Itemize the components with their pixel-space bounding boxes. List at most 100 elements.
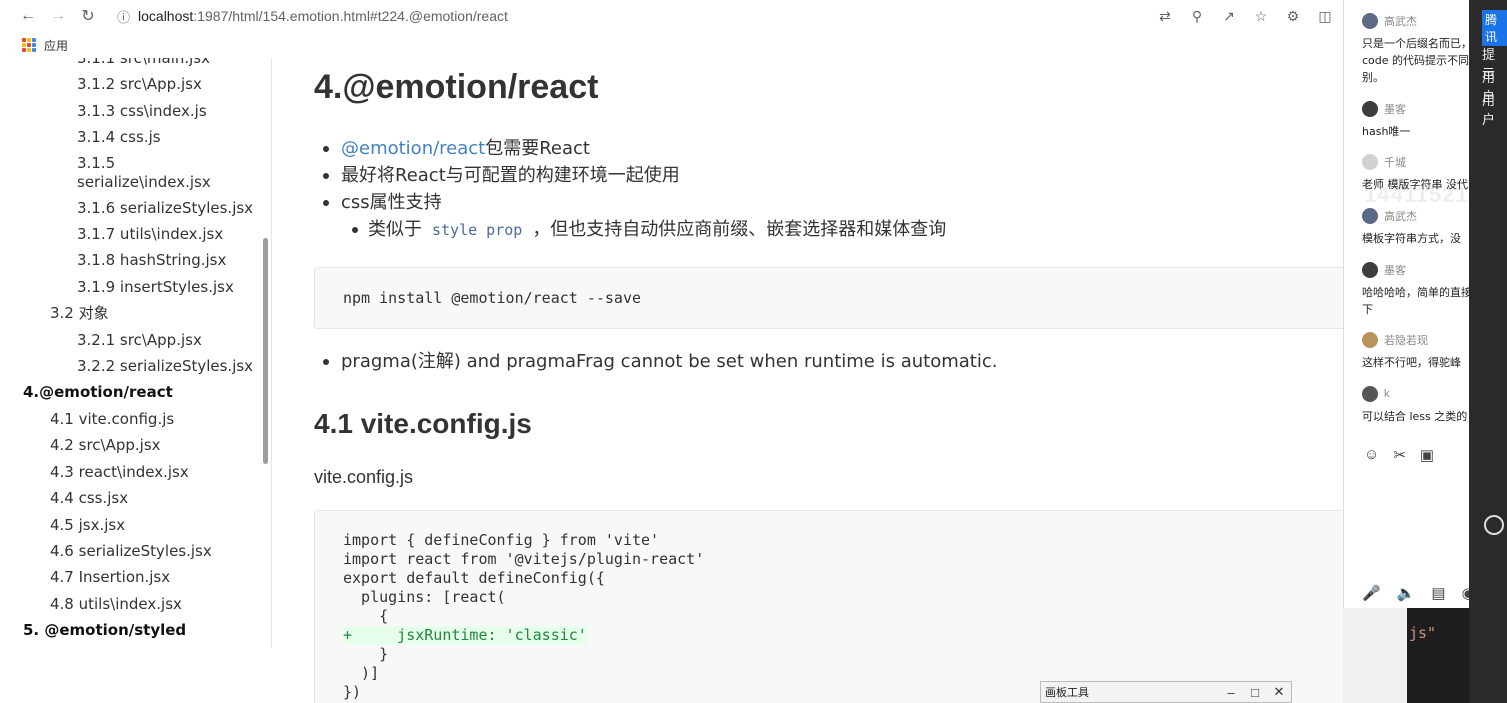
url-host: localhost (138, 8, 194, 24)
toolbar-actions: ⇄ ⚲ ↗ ☆ ⚙ ◫ (1153, 4, 1337, 28)
image-icon[interactable]: ▣ (1420, 446, 1434, 464)
microphone-icon[interactable]: 🎤 (1362, 584, 1381, 602)
chat-message-header: 高武杰 (1362, 12, 1469, 30)
translate-icon[interactable]: ⇄ (1153, 4, 1177, 28)
reload-icon[interactable]: ↻ (73, 1, 103, 31)
smiley-icon[interactable] (1484, 515, 1504, 535)
toc-item[interactable]: 3.1.6 serializeStyles.jsx (0, 195, 271, 221)
list-item-text: 包需要React (485, 138, 590, 159)
code-line: plugins: [react( (343, 588, 506, 606)
zoom-icon[interactable]: ⚲ (1185, 4, 1209, 28)
chat-message: k 可以结合 less 之类的 (1362, 385, 1469, 425)
inline-code: style prop (432, 221, 523, 239)
forward-icon[interactable]: → (43, 1, 73, 31)
list-item: css属性支持 (314, 189, 946, 216)
code-line: { (343, 607, 389, 625)
camera-icon[interactable]: ◉ (1462, 584, 1469, 602)
chat-message-header: 墨客 (1362, 100, 1469, 118)
toc-item[interactable]: 3.1.8 hashString.jsx (0, 247, 271, 273)
background-gap (1343, 608, 1407, 703)
toc-item[interactable]: 3.1.5 serialize\index.jsx (0, 151, 211, 195)
toc-item[interactable]: 3.1.3 css\index.js (0, 98, 271, 124)
code-editor-slice: js" (1407, 608, 1469, 703)
share-icon[interactable]: ↗ (1217, 4, 1241, 28)
toc-item[interactable]: 4.6 serializeStyles.jsx (0, 538, 271, 564)
address-bar[interactable]: ⓘ localhost:1987/html/154.emotion.html#t… (117, 7, 508, 26)
avatar[interactable] (1362, 208, 1378, 224)
toc-item[interactable]: 4.2 src\App.jsx (0, 432, 271, 458)
chat-username: 墨客 (1384, 265, 1406, 277)
star-icon[interactable]: ☆ (1249, 4, 1273, 28)
list-item-text: pragma(注解) and pragmaFrag cannot be set … (341, 351, 998, 372)
chat-text: 只是一个后缀名而已，code 的代码提示不同别。 (1362, 37, 1469, 84)
extensions-icon[interactable]: ⚙ (1281, 4, 1305, 28)
chat-text: 这样不行吧，得驼峰 (1362, 356, 1461, 369)
speaker-icon[interactable]: 🔈 (1397, 584, 1416, 602)
chat-username: 若隐若现 (1384, 335, 1428, 347)
chat-message: 高武杰 模板字符串方式，没 (1362, 207, 1469, 247)
avatar[interactable] (1362, 154, 1378, 170)
toc-sidebar: 3.1.1 src\main.jsx 3.1.2 src\App.jsx 3.1.3… (0, 58, 272, 648)
url-path: :1987/html/154.emotion.html#t224.@emotio… (193, 8, 508, 24)
avatar[interactable] (1362, 262, 1378, 278)
sidebar-scrollbar[interactable] (263, 238, 268, 464)
toc-item[interactable]: 4.3 react\index.jsx (0, 459, 271, 485)
close-icon[interactable]: ✕ (1267, 684, 1291, 700)
chat-message-header: 墨客 (1362, 261, 1469, 279)
toc-item[interactable]: 4.7 Insertion.jsx (0, 564, 271, 590)
stats-icon[interactable]: ▤ (1431, 584, 1445, 602)
toc-item[interactable]: 4.@emotion/react (0, 379, 271, 405)
list-item-text: 类似于 (368, 219, 422, 240)
code-line: import react from '@vitejs/plugin-react' (343, 550, 705, 568)
info-icon[interactable]: ⓘ (117, 7, 130, 26)
toc-item[interactable]: 4.1 vite.config.js (0, 406, 271, 432)
edge-text: 用户 (1482, 93, 1496, 127)
chat-message: 墨客哈哈哈哈，简单的直接下 (1362, 261, 1469, 318)
chat-text: 哈哈哈哈，简单的直接下 (1362, 286, 1469, 316)
chat-message-header: 高武杰 (1362, 207, 1469, 225)
toc-list: 3.1.1 src\main.jsx 3.1.2 src\App.jsx 3.1.3… (0, 58, 271, 644)
avatar[interactable] (1362, 386, 1378, 402)
apps-grid-icon[interactable] (22, 38, 36, 52)
chat-username: 千城 (1384, 157, 1406, 169)
toc-item[interactable]: 3.2.1 src\App.jsx (0, 327, 271, 353)
bookmarks-bar: 应用 (0, 32, 1345, 58)
scissors-icon[interactable]: ✂ (1393, 446, 1406, 464)
maximize-icon[interactable]: □ (1243, 685, 1267, 700)
toc-item[interactable]: 3.1.2 src\App.jsx (0, 71, 271, 97)
install-code-block: npm install @emotion/react --save (314, 267, 1343, 329)
media-controls: 🎤 🔈 ▤ ◉ (1362, 584, 1469, 602)
back-icon[interactable]: ← (13, 1, 43, 31)
toc-item[interactable]: 4.4 css.jsx (0, 485, 271, 511)
toc-item[interactable]: 5. @emotion/styled (0, 617, 271, 643)
toc-item[interactable]: 4.5 jsx.jsx (0, 512, 271, 538)
list-item: 最好将React与可配置的构建环境一起使用 (314, 162, 946, 189)
avatar[interactable] (1362, 13, 1378, 29)
list-item-text: css属性支持 (341, 192, 442, 213)
code-line: } (343, 645, 389, 663)
chat-username: 高武杰 (1384, 16, 1417, 28)
toc-item[interactable]: 3.1.4 css.js (0, 124, 271, 150)
avatar[interactable] (1362, 332, 1378, 348)
chat-message: 千城 老师 模版字符串 没代 (1362, 153, 1469, 193)
minimize-icon[interactable]: – (1219, 685, 1243, 700)
browser-toolbar: ← → ↻ ⓘ localhost:1987/html/154.emotion.… (0, 0, 1345, 32)
toc-item[interactable]: 3.1.7 utils\index.jsx (0, 221, 271, 247)
list-item: pragma(注解) and pragmaFrag cannot be set … (314, 348, 997, 375)
list-item: @emotion/react包需要React (314, 135, 946, 162)
toc-item[interactable]: 3.1.1 src\main.jsx (0, 58, 271, 71)
emoji-icon[interactable]: ☺ (1364, 446, 1379, 464)
bookmark-apps[interactable]: 应用 (44, 37, 68, 54)
chat-message: 墨客 hash唯一 (1362, 100, 1469, 140)
chat-username: 高武杰 (1384, 211, 1417, 223)
emotion-react-link[interactable]: @emotion/react (341, 138, 485, 159)
toc-item[interactable]: 3.2 对象 (0, 300, 271, 326)
vite-config-code-block: import { defineConfig } from 'vite' impor… (314, 510, 1343, 703)
avatar[interactable] (1362, 101, 1378, 117)
sidepanel-icon[interactable]: ◫ (1313, 4, 1337, 28)
toc-item[interactable]: 4.8 utils\index.jsx (0, 591, 271, 617)
list-item-nested: 类似于 style prop ，但也支持自动供应商前缀、嵌套选择器和媒体查询 (314, 216, 946, 243)
toc-item[interactable]: 3.1.9 insertStyles.jsx (0, 274, 271, 300)
toc-item[interactable]: 3.2.2 serializeStyles.jsx (0, 353, 271, 379)
drawing-tool-window[interactable]: 画板工具 – □ ✕ (1040, 681, 1292, 703)
